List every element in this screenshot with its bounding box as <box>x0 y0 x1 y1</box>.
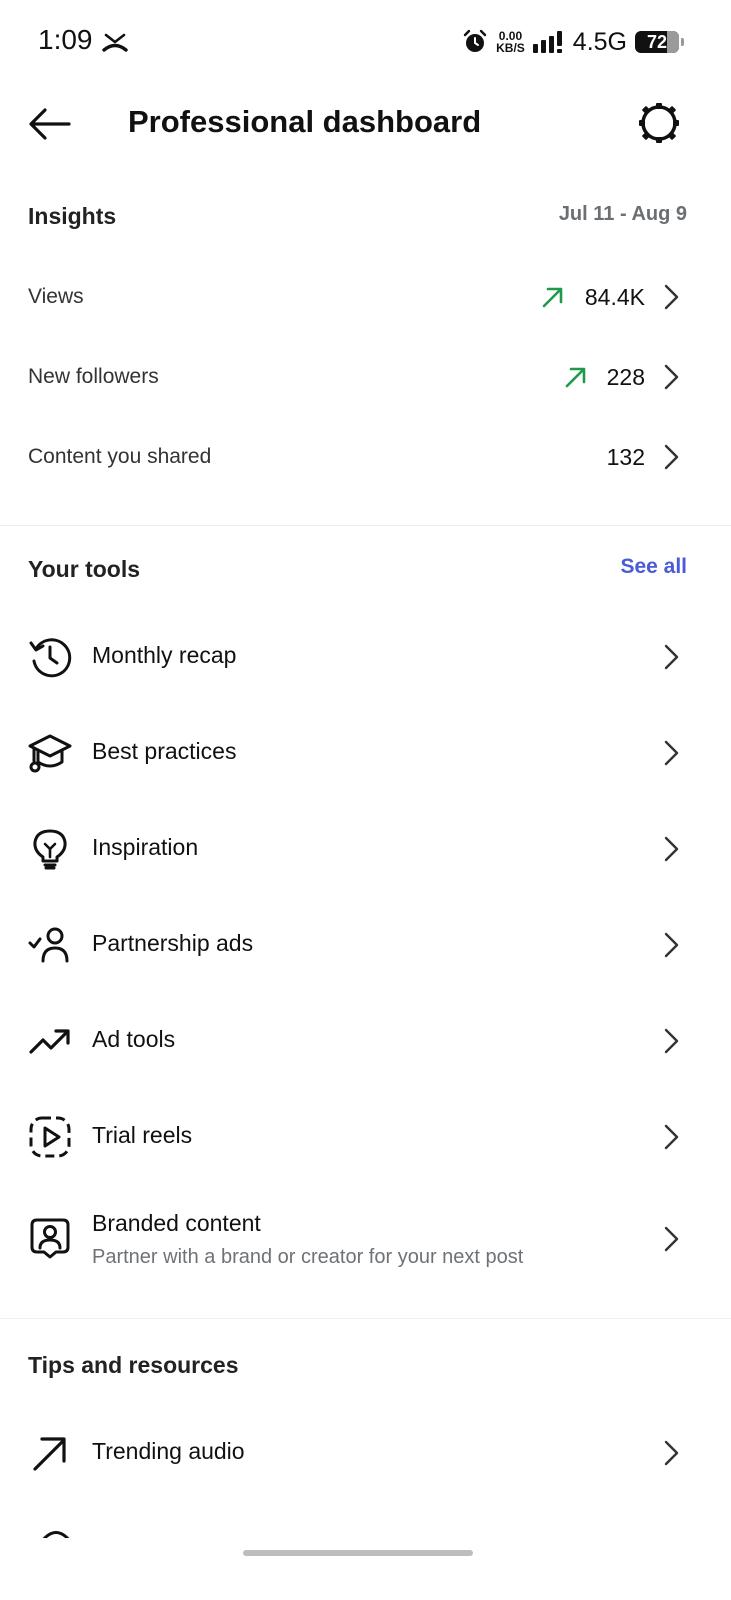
trend-up-arrow-icon <box>565 367 586 388</box>
trend-up-arrow-icon <box>542 287 563 308</box>
tool-label-partnership-ads: Partnership ads <box>92 930 254 956</box>
net-speed: 0.00 KB/S <box>496 30 525 54</box>
tool-label-monthly-recap: Monthly recap <box>92 642 237 668</box>
tool-sublabel-branded-content: Partner with a brand or creator for your… <box>92 1246 524 1268</box>
tool-label-best-practices: Best practices <box>92 738 237 764</box>
metric-label-views: Views <box>28 285 84 308</box>
chevron-right-icon <box>664 1124 679 1150</box>
chevron-right-icon <box>664 284 679 310</box>
metric-value-new-followers: 228 <box>606 364 645 390</box>
arrow-up-right-icon <box>33 1437 66 1471</box>
tips-title: Tips and resources <box>28 1352 239 1378</box>
chevron-right-icon <box>664 932 679 958</box>
status-time: 1:09 <box>38 24 93 55</box>
graduation-cap-icon <box>28 734 72 773</box>
tool-label-trial-reels: Trial reels <box>92 1122 193 1148</box>
home-indicator[interactable] <box>243 1550 473 1556</box>
net-speed-unit: KB/S <box>496 41 525 55</box>
bottom-fade <box>0 1538 731 1600</box>
page-title: Professional dashboard <box>128 104 482 139</box>
dashed-play-icon <box>29 1116 71 1158</box>
tool-row-branded-content[interactable] <box>0 1188 731 1292</box>
person-frame-icon <box>30 1218 70 1259</box>
section-divider <box>0 525 731 526</box>
network-type: 4.5G <box>572 27 627 56</box>
see-all-link[interactable]: See all <box>620 555 687 579</box>
tips-label-trending-audio: Trending audio <box>92 1438 245 1464</box>
status-icons: 0.00 KB/S 4.5G 72 <box>462 26 684 58</box>
chevron-right-icon <box>664 1028 679 1054</box>
history-icon <box>29 638 72 678</box>
metric-value-content-shared: 132 <box>606 444 645 470</box>
metric-value-views: 84.4K <box>584 284 645 310</box>
chevron-right-icon <box>664 1226 679 1252</box>
person-check-icon <box>28 927 69 963</box>
tools-title: Your tools <box>28 556 141 582</box>
chevron-right-icon <box>664 644 679 670</box>
tool-label-inspiration: Inspiration <box>92 834 199 860</box>
missed-call-icon <box>102 33 128 52</box>
metric-label-new-followers: New followers <box>28 365 159 388</box>
alarm-icon <box>463 29 487 52</box>
settings-gear-icon[interactable] <box>637 101 681 145</box>
chevron-right-icon <box>664 364 679 390</box>
chevron-right-icon <box>664 444 679 470</box>
battery-icon: 72 <box>635 31 684 53</box>
insights-title: Insights <box>28 203 117 229</box>
section-divider <box>0 1318 731 1319</box>
trending-up-icon <box>29 1029 70 1054</box>
chevron-right-icon <box>664 836 679 862</box>
insights-date-range[interactable]: Jul 11 - Aug 9 <box>559 203 687 226</box>
lightbulb-icon <box>33 829 67 870</box>
metric-label-content-shared: Content you shared <box>28 445 212 468</box>
back-arrow-icon[interactable] <box>28 106 72 142</box>
chevron-right-icon <box>664 740 679 766</box>
chevron-right-icon <box>664 1440 679 1466</box>
tool-label-branded-content: Branded content <box>92 1210 261 1236</box>
tool-label-ad-tools: Ad tools <box>92 1026 176 1052</box>
battery-level: 72 <box>646 31 668 52</box>
signal-icon <box>532 31 562 53</box>
